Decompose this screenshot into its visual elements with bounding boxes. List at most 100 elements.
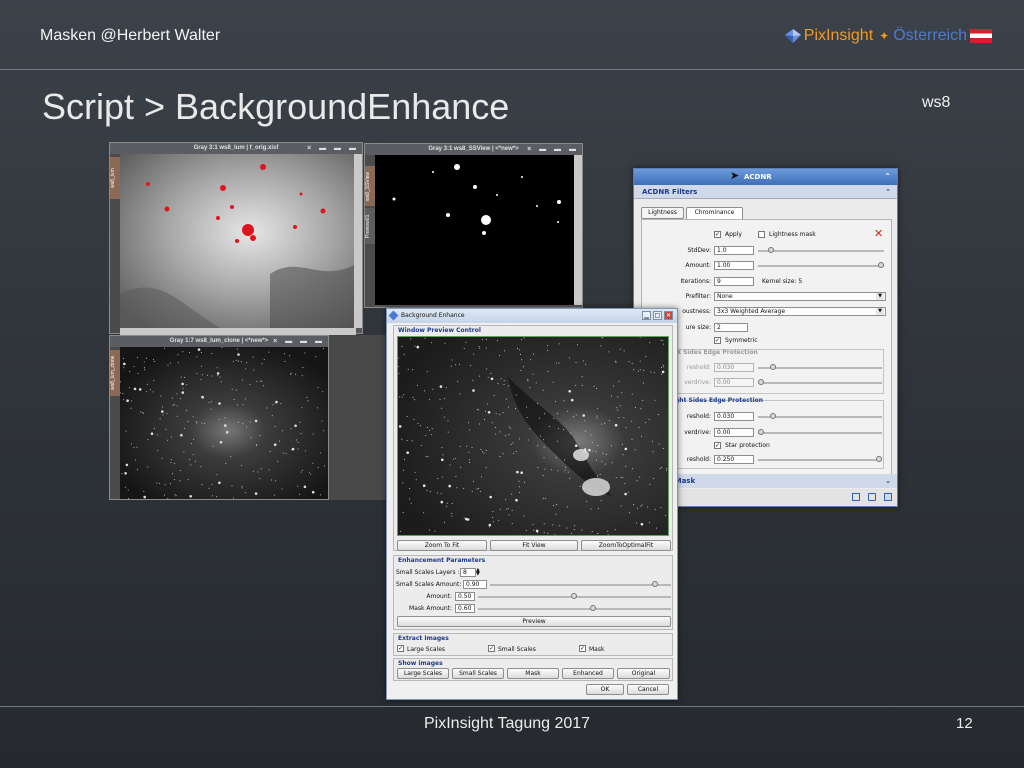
stddev-slider[interactable] (758, 247, 884, 253)
amount-input[interactable]: 1.00 (714, 261, 754, 270)
image-small-scales-view[interactable] (375, 155, 576, 305)
mouse-pointer-icon: ➤ (730, 169, 740, 182)
apply-checkbox[interactable]: ✓ (714, 231, 721, 238)
symmetric-checkbox[interactable]: ✓ (714, 337, 721, 344)
show-large-scales-button[interactable]: Large Scales (397, 668, 449, 679)
window-titlebar[interactable]: Gray 1:7 ws8_lum_clone | <*new*> × ▬ ▬ ▬ (110, 336, 328, 347)
zoom-to-fit-button[interactable]: Zoom To Fit (397, 540, 487, 551)
small-scales-checkbox[interactable]: ✓ (488, 645, 495, 652)
star-dot (596, 417, 598, 419)
acdnr-titlebar[interactable]: ACDNR ⌃ (634, 169, 897, 185)
zoom-to-optimal-fit-button[interactable]: ZoomToOptimalFit (581, 540, 671, 551)
collapse-icon[interactable]: ⌃ (885, 185, 891, 199)
star-dot (471, 446, 473, 448)
window-controls[interactable]: ▁ □ ✕ (642, 311, 673, 320)
star-dot (129, 387, 130, 389)
star-dot (506, 508, 508, 510)
small-scales-amount-slider[interactable] (490, 581, 671, 587)
lightness-mask-checkbox[interactable] (758, 231, 765, 238)
star-dot (143, 491, 145, 492)
ok-button[interactable]: OK (586, 684, 624, 695)
window-controls[interactable]: × ▬ ▬ ▬ (273, 336, 325, 347)
star-threshold-input[interactable]: 0.250 (714, 455, 754, 464)
browse-docs-icon[interactable] (868, 493, 876, 501)
image-window-lum-clone[interactable]: Gray 1:7 ws8_lum_clone | <*new*> × ▬ ▬ ▬ … (109, 335, 329, 500)
star-dot (224, 424, 227, 427)
star-dot (444, 398, 446, 400)
vertical-scrollbar[interactable] (574, 155, 582, 305)
maximize-icon[interactable]: □ (653, 311, 662, 320)
dark-overdrive-slider[interactable] (758, 379, 882, 385)
collapse-icon[interactable]: ⌃ (884, 169, 891, 185)
tab-lightness[interactable]: Lightness (641, 207, 684, 219)
star-dot (195, 460, 197, 462)
fit-view-button[interactable]: Fit View (490, 540, 578, 551)
cancel-button[interactable]: Cancel (627, 684, 669, 695)
bright-overdrive-slider[interactable] (758, 429, 882, 435)
amount-slider[interactable] (758, 262, 884, 268)
bright-threshold-slider[interactable] (758, 413, 882, 419)
large-scales-checkbox[interactable]: ✓ (397, 645, 404, 652)
star-protection-label: Star protection (725, 442, 770, 449)
slide-tag: ws8 (922, 94, 951, 111)
show-original-button[interactable]: Original (617, 668, 670, 679)
reset-x-icon[interactable]: ✕ (874, 227, 883, 240)
background-enhance-dialog[interactable]: Background Enhance ▁ □ ✕ Window Preview Co… (386, 308, 678, 700)
amount-input[interactable]: 0.50 (455, 592, 475, 601)
iterations-input[interactable]: 9 (714, 277, 754, 286)
view-tab-lum[interactable]: ws8_lum (110, 157, 120, 199)
acdnr-filters-section[interactable]: ACDNR Filters ⌃ (634, 185, 897, 199)
preview-image[interactable] (397, 336, 669, 536)
image-window-ssview[interactable]: Gray 3:1 ws8_SSView | <*new*> × ▬ ▬ ▬ ws8… (364, 143, 583, 308)
image-window-lum[interactable]: Gray 3:1 ws8_lum | f_orig.xisf × ▬ ▬ ▬ ws… (109, 142, 363, 335)
stddev-input[interactable]: 1.0 (714, 246, 754, 255)
view-tab-ssview[interactable]: ws8_SSView (365, 166, 375, 206)
reset-icon[interactable] (884, 493, 892, 501)
prefilter-select[interactable]: None ▼ (714, 292, 886, 301)
star-dot (574, 444, 578, 447)
window-controls[interactable]: × ▬ ▬ ▬ (307, 143, 359, 154)
star-dot (231, 388, 233, 390)
window-titlebar[interactable]: Gray 3:1 ws8_lum | f_orig.xisf × ▬ ▬ ▬ (110, 143, 362, 154)
star-dot (532, 373, 534, 375)
mask-checkbox[interactable]: ✓ (579, 645, 586, 652)
view-tab-preview[interactable]: Preview01 (365, 208, 375, 244)
mask-amount-input[interactable]: 0.60 (455, 604, 475, 613)
dialog-titlebar[interactable]: Background Enhance ▁ □ ✕ (387, 309, 677, 323)
small-scales-amount-input[interactable]: 0.90 (463, 580, 487, 589)
minimize-icon[interactable]: ▁ (642, 311, 651, 320)
robustness-select[interactable]: 3x3 Weighted Average ▼ (714, 307, 886, 316)
bright-threshold-input[interactable]: 0.030 (714, 412, 754, 421)
window-titlebar[interactable]: Gray 3:1 ws8_SSView | <*new*> × ▬ ▬ ▬ (365, 144, 582, 155)
dark-overdrive-input[interactable]: 0.00 (714, 378, 754, 387)
new-instance-icon[interactable] (852, 493, 860, 501)
amount-slider[interactable] (478, 593, 671, 599)
image-lum-clone[interactable] (120, 347, 328, 499)
star-dot (271, 479, 273, 481)
horizontal-scrollbar[interactable] (120, 328, 356, 335)
show-small-scales-button[interactable]: Small Scales (452, 668, 504, 679)
show-enhanced-button[interactable]: Enhanced (562, 668, 614, 679)
preview-button[interactable]: Preview (397, 616, 671, 627)
star-protection-checkbox[interactable]: ✓ (714, 442, 721, 449)
star-dot (537, 467, 539, 468)
mask-amount-slider[interactable] (478, 605, 671, 611)
image-lum-with-mask[interactable] (120, 154, 356, 328)
dark-threshold-input[interactable]: 0.030 (714, 363, 754, 372)
view-tab-lum-clone[interactable]: ws8_lum_clone (110, 350, 120, 396)
small-scales-layers-input[interactable]: 8 (460, 568, 476, 577)
vertical-scrollbar[interactable] (354, 154, 362, 328)
star-threshold-slider[interactable] (758, 456, 882, 462)
show-mask-button[interactable]: Mask (507, 668, 559, 679)
window-controls[interactable]: × ▬ ▬ ▬ (527, 144, 579, 155)
spinner-icon[interactable]: ▲ ▼ (476, 568, 480, 577)
star-dot (157, 450, 159, 452)
expand-icon[interactable]: ⌄ (885, 474, 891, 488)
star-dot (434, 530, 436, 532)
dark-threshold-slider[interactable] (758, 364, 882, 370)
bright-overdrive-input[interactable]: 0.00 (714, 428, 754, 437)
structure-size-input[interactable]: 2 (714, 323, 748, 332)
star-dot (542, 474, 544, 476)
close-icon[interactable]: ✕ (664, 311, 673, 320)
star-dot (189, 495, 192, 498)
